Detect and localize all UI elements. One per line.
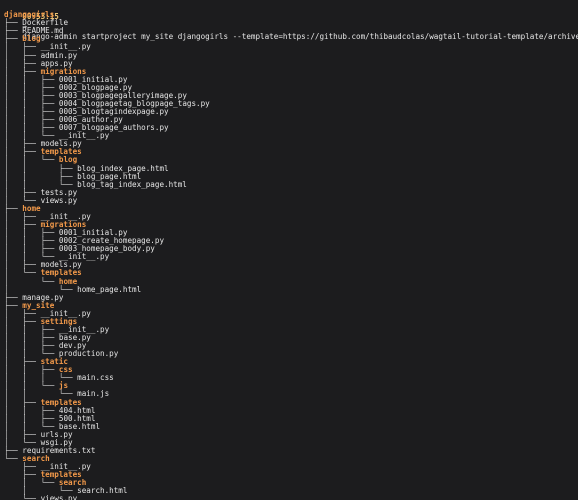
command-text: django-admin startproject my_site django… xyxy=(22,32,578,41)
file-name: views.py xyxy=(40,195,78,205)
terminal-window[interactable]: 00:53:15 → django-admin startproject my_… xyxy=(0,0,578,500)
file-name: blog_tag_index_page.html xyxy=(77,179,187,189)
file-name: main.js xyxy=(77,389,110,399)
tree-file-row: └── views.py xyxy=(4,494,77,500)
file-name: main.css xyxy=(77,373,114,383)
tree-branch-prefix: └── xyxy=(4,494,41,500)
file-name: home_page.html xyxy=(77,284,142,294)
file-name: search.html xyxy=(77,486,128,496)
prompt-line: 00:53:15 → django-admin startproject my_… xyxy=(4,2,578,41)
file-name: views.py xyxy=(40,494,78,500)
